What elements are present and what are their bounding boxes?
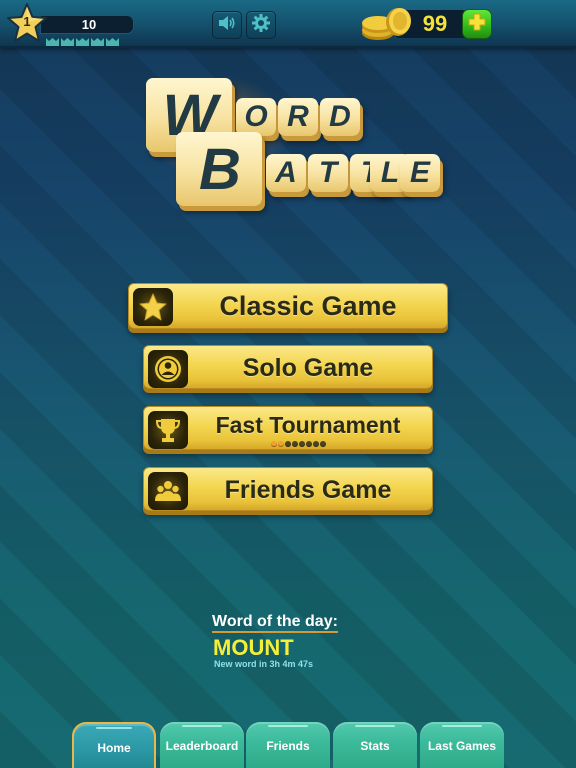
tab-label: Leaderboard [165,739,239,753]
xp-value: 10 [81,17,97,32]
word-of-day-title: Word of the day: [212,613,338,633]
add-coins-button[interactable] [462,9,492,39]
logo-tile: R [278,98,318,136]
tab-friends[interactable]: Friends [246,722,330,768]
word-of-day-timer: New word in 3h 4m 47s [214,659,314,669]
progress-dot [284,441,291,447]
plus-icon [467,12,487,37]
progress-dot [277,441,284,447]
logo-tile: B [176,132,262,206]
logo-tile: A [266,154,306,192]
logo-tile: E [400,154,440,192]
tab-home[interactable]: Home [72,722,156,768]
classic-game-label: Classic Game [219,290,397,321]
tab-label: Last Games [427,739,497,753]
group-icon [148,472,188,510]
crown-icon [61,38,74,46]
classic-game-button[interactable]: Classic Game [128,283,448,329]
speaker-icon [217,13,237,38]
star-icon [133,288,173,326]
game-logo: W O R D B A T T L E [138,70,450,215]
word-of-day-word: MOUNT [213,635,294,660]
solo-game-button[interactable]: Solo Game [143,345,433,389]
top-bar: 10 1 99 [0,0,576,48]
tab-label: Home [97,741,131,755]
logo-tile: T [308,154,348,192]
crown-icon [76,38,89,46]
logo-tile: D [320,98,360,136]
coin-count: 99 [422,11,448,36]
tab-label: Friends [266,739,310,753]
coins-icon [360,5,416,43]
progress-dot [312,441,319,447]
tab-last-games[interactable]: Last Games [420,722,504,768]
tab-label: Stats [360,739,390,753]
level-number: 1 [23,14,31,29]
tournament-progress [144,441,432,447]
progress-dot [305,441,312,447]
xp-display: 10 [40,15,134,34]
crown-rating [46,38,119,46]
progress-dot [291,441,298,447]
tab-leaderboard[interactable]: Leaderboard [160,722,244,768]
solo-game-label: Solo Game [242,353,374,382]
friends-game-button[interactable]: Friends Game [143,467,433,511]
user-icon [148,350,188,388]
friends-game-label: Friends Game [224,475,392,504]
sound-button[interactable] [212,11,242,39]
progress-dot [319,441,326,447]
gear-icon [251,13,271,38]
crown-icon [46,38,59,46]
crown-icon [106,38,119,46]
logo-tile: O [236,98,276,136]
fast-tournament-button[interactable]: Fast Tournament [143,406,433,450]
crown-icon [91,38,104,46]
settings-button[interactable] [246,11,276,39]
progress-dot [270,441,277,447]
tab-stats[interactable]: Stats [333,722,417,768]
bottom-tab-bar: Home Leaderboard Friends Stats Last Game… [0,720,576,768]
progress-dot [298,441,305,447]
